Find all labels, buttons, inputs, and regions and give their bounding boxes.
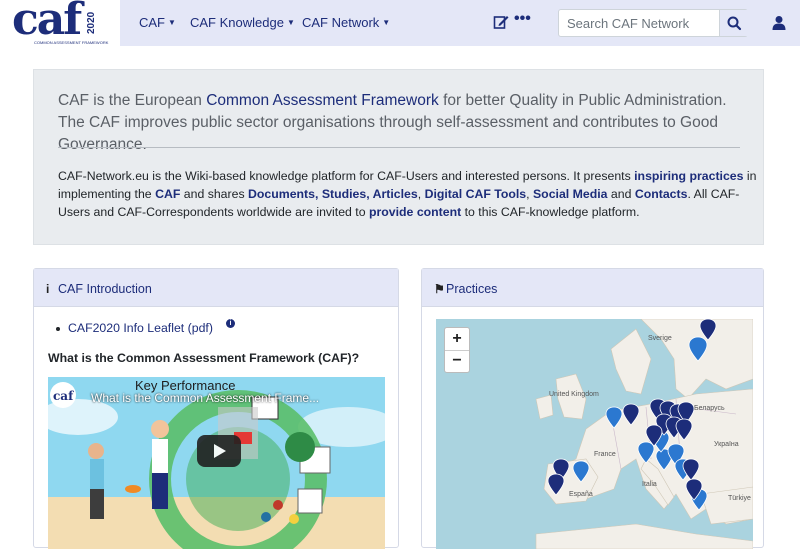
map-zoom-control: + −: [444, 327, 470, 373]
video-question-heading: What is the Common Assessment Framework …: [48, 351, 360, 365]
nav-caf-network[interactable]: CAF Network ▼: [302, 15, 390, 30]
contacts-link[interactable]: Contacts: [635, 187, 688, 201]
description-text: CAF-Network.eu is the Wiki-based knowled…: [58, 167, 758, 221]
caf-link-inline[interactable]: CAF: [155, 187, 180, 201]
card-title: CAF Introduction: [58, 282, 152, 296]
desc-text: and: [607, 187, 635, 201]
bullet: [56, 327, 60, 331]
user-icon[interactable]: [771, 15, 787, 31]
info-leaflet-link[interactable]: CAF2020 Info Leaflet (pdf): [68, 321, 213, 335]
intro-jumbotron: CAF is the European Common Assessment Fr…: [33, 69, 764, 245]
desc-text: CAF-Network.eu is the Wiki-based knowled…: [58, 169, 635, 183]
edit-icon[interactable]: [493, 14, 509, 30]
search-icon: [727, 16, 742, 31]
info-icon: i: [46, 282, 50, 296]
lead-text-part: CAF is the European: [58, 92, 207, 109]
provide-content-link[interactable]: provide content: [369, 205, 461, 219]
svg-text:caf: caf: [53, 389, 74, 403]
map-label: Italia: [642, 481, 657, 488]
search-input[interactable]: [559, 10, 717, 36]
divider: [58, 147, 740, 148]
practices-map[interactable]: Sverige United Kingdom Беларусь Україна …: [436, 319, 753, 549]
info-circle-icon[interactable]: i: [226, 319, 235, 328]
practices-card: ⚑Practices Sverige United Kingdom Белару…: [421, 268, 764, 549]
map-label: France: [594, 451, 616, 458]
logo-subtitle: COMMON ASSESSMENT FRAMEWORK: [34, 40, 109, 45]
search-box: [558, 9, 748, 37]
caf-introduction-card: i CAF Introduction CAF2020 Info Leaflet (…: [33, 268, 399, 549]
caret-down-icon: ▼: [286, 18, 295, 27]
nav-caf-knowledge[interactable]: CAF Knowledge ▼: [190, 15, 295, 30]
inspiring-practices-link[interactable]: inspiring practices: [634, 169, 743, 183]
nav-caf-network-label: CAF Network: [302, 15, 380, 30]
caret-down-icon: ▼: [168, 18, 176, 27]
flag-icon: ⚑: [434, 282, 445, 296]
map-label: Беларусь: [694, 405, 725, 412]
top-navbar: caf 2020 COMMON ASSESSMENT FRAMEWORK CAF…: [0, 0, 800, 46]
nav-caf[interactable]: CAF ▼: [139, 15, 176, 30]
desc-text: ,: [417, 187, 425, 201]
caf-logo[interactable]: caf 2020 COMMON ASSESSMENT FRAMEWORK: [0, 0, 120, 46]
play-button[interactable]: [197, 435, 241, 467]
card-title: Practices: [446, 282, 498, 296]
desc-text: ,: [526, 187, 533, 201]
video-title[interactable]: What is the Common Assessment Frame...: [91, 391, 319, 405]
nav-caf-label: CAF: [139, 15, 165, 30]
map-label: Sverige: [648, 335, 672, 342]
desc-text: to this CAF-knowledge platform.: [461, 205, 640, 219]
logo-text: caf: [12, 0, 82, 45]
ellipsis-icon[interactable]: •••: [514, 10, 531, 28]
map-label: Україна: [714, 441, 739, 448]
youtube-video[interactable]: caf Key Performance What is the Common A…: [48, 377, 385, 549]
map-label: España: [569, 491, 593, 498]
desc-text: and shares: [180, 187, 249, 201]
map-label: Türkiye: [728, 495, 751, 502]
nav-caf-knowledge-label: CAF Knowledge: [190, 15, 284, 30]
documents-link[interactable]: Documents, Studies, Articles: [248, 187, 418, 201]
caf-link[interactable]: Common Assessment Framework: [206, 92, 439, 109]
digital-caf-tools-link[interactable]: Digital CAF Tools: [425, 187, 527, 201]
zoom-out-button[interactable]: −: [445, 350, 469, 372]
social-media-link[interactable]: Social Media: [533, 187, 608, 201]
caret-down-icon: ▼: [382, 18, 391, 27]
logo-year: 2020: [86, 11, 97, 34]
zoom-in-button[interactable]: +: [445, 328, 469, 351]
caf-introduction-header: i CAF Introduction: [34, 269, 398, 307]
practices-header: ⚑Practices: [422, 269, 763, 307]
map-label: United Kingdom: [549, 391, 599, 398]
map-tiles: [436, 319, 753, 549]
search-button[interactable]: [719, 10, 748, 36]
